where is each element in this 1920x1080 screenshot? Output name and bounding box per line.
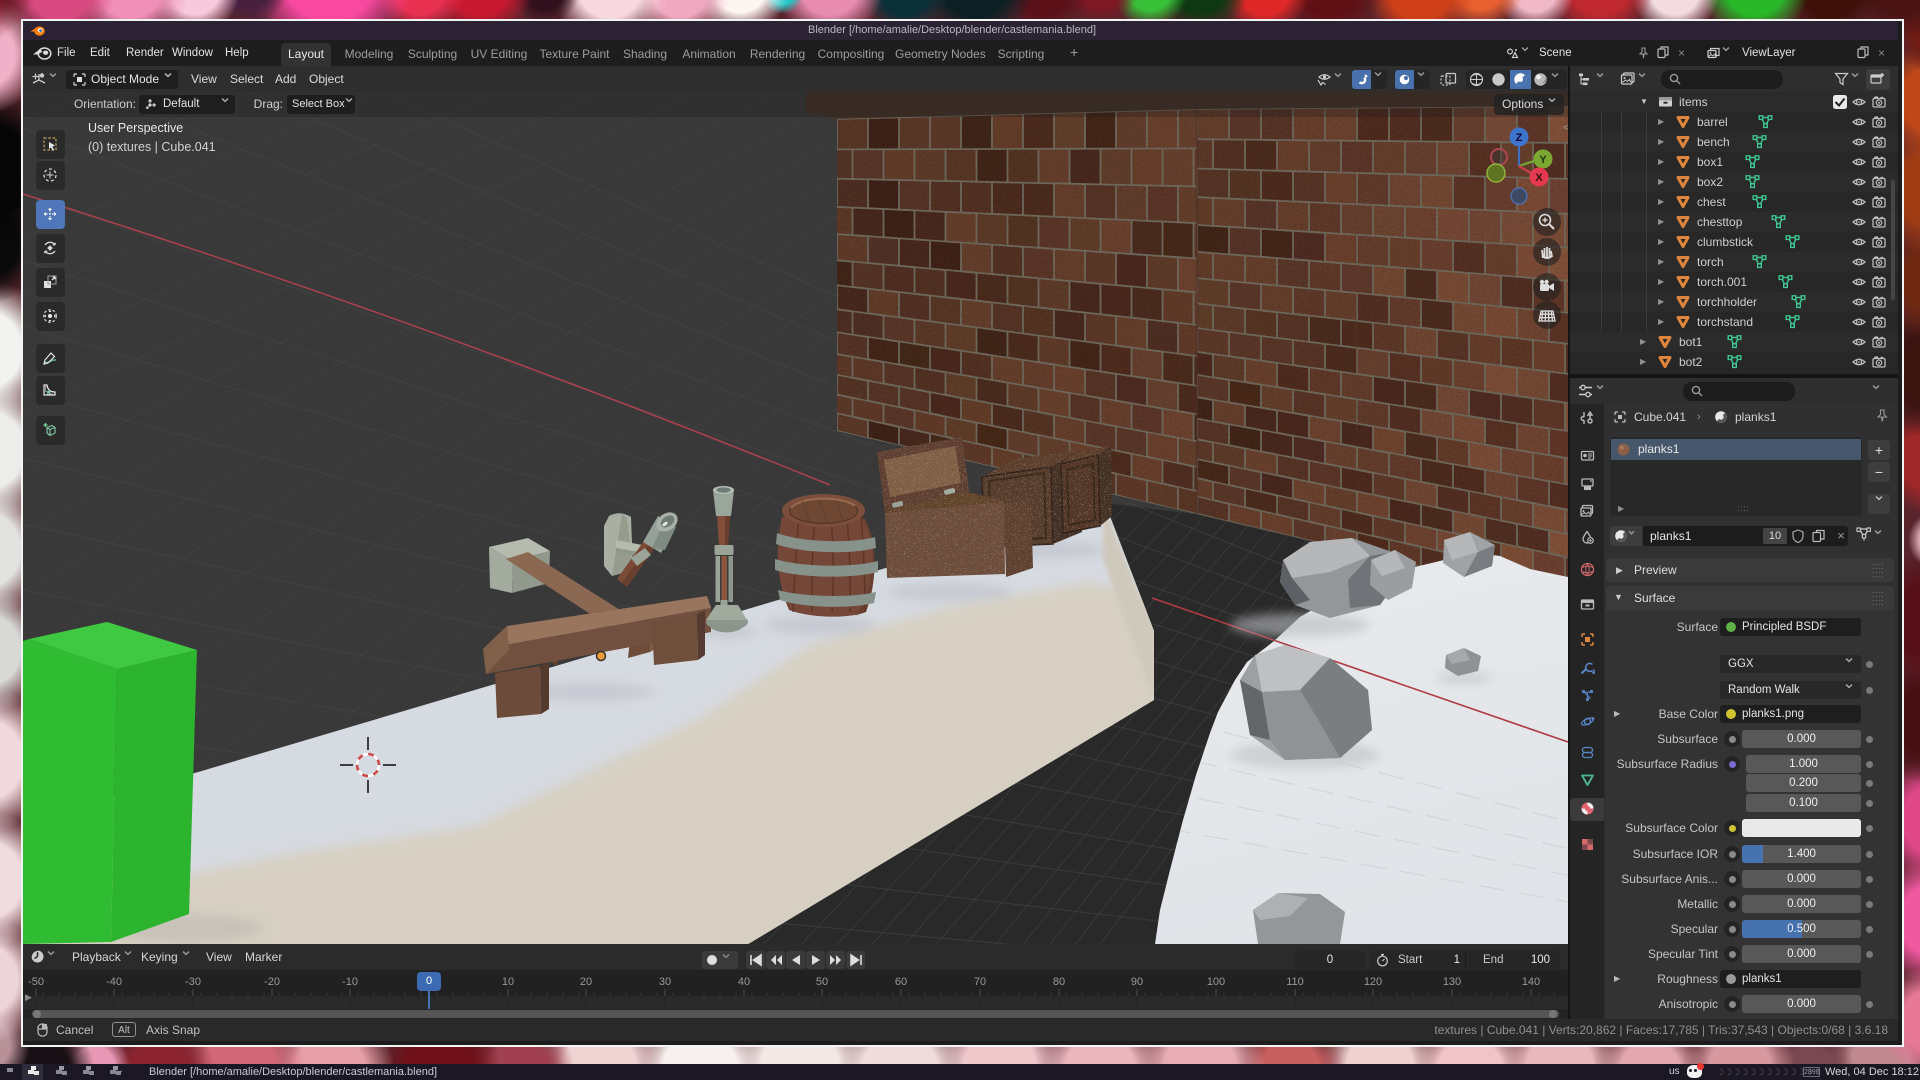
svg-text:X: X — [1535, 172, 1543, 184]
svg-text:Y: Y — [1539, 154, 1547, 166]
svg-text:Z: Z — [1516, 132, 1523, 144]
